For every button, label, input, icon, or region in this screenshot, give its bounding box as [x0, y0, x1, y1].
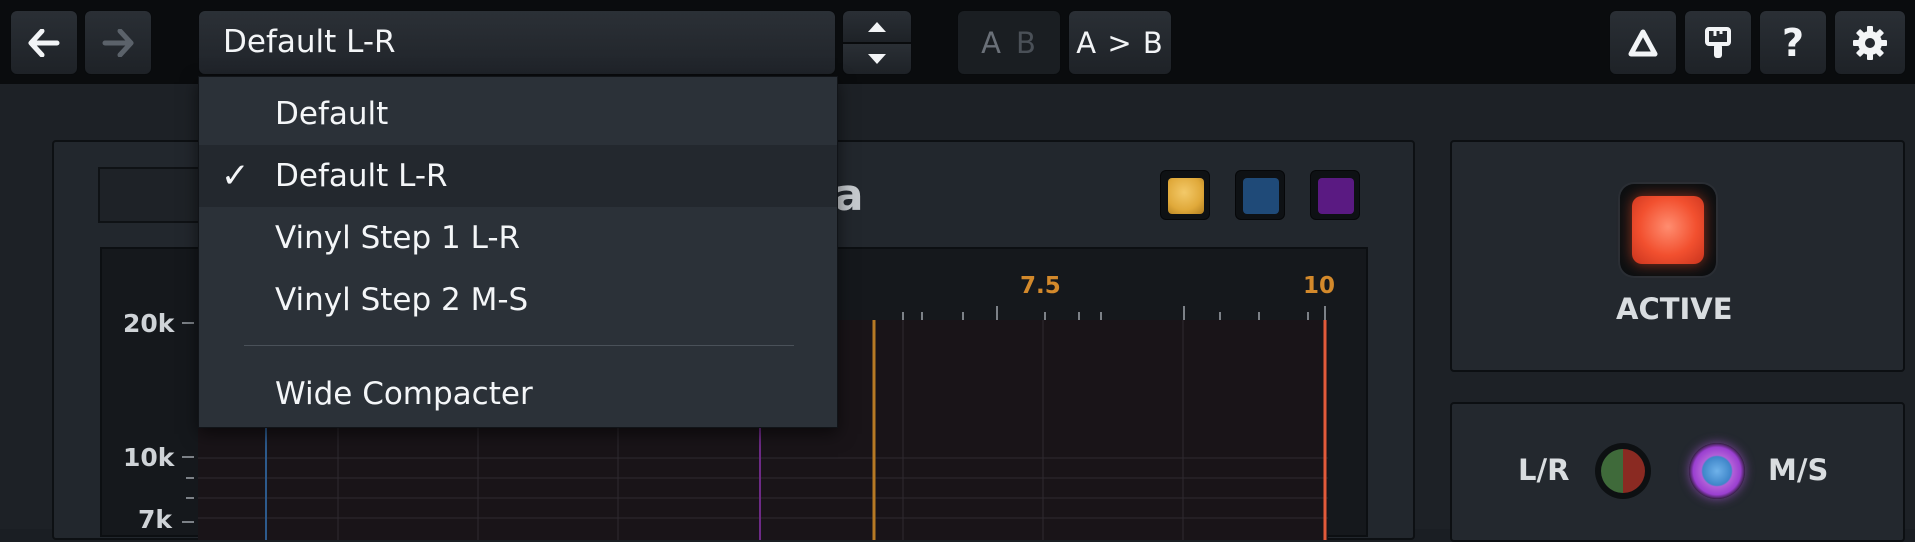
color-swatch-blue[interactable]	[1235, 170, 1285, 220]
menu-item-label: Vinyl Step 2 M-S	[275, 282, 529, 318]
settings-button[interactable]	[1834, 10, 1906, 75]
arrow-left-icon	[28, 28, 60, 57]
ms-mode-button[interactable]	[1689, 443, 1745, 499]
lr-mode-button[interactable]	[1595, 443, 1651, 499]
preset-selector[interactable]: Default L-R	[198, 10, 836, 75]
y-ruler	[182, 322, 194, 523]
redo-button[interactable]	[84, 10, 152, 75]
delta-button[interactable]	[1609, 10, 1677, 75]
ab-b-label: B	[1015, 25, 1037, 60]
ab-switch-button[interactable]: A B	[957, 10, 1061, 75]
menu-separator	[244, 345, 794, 346]
color-swatch-purple[interactable]	[1310, 170, 1360, 220]
menu-item-label: Vinyl Step 1 L-R	[275, 220, 521, 256]
preset-dropdown-menu: Default ✓ Default L-R Vinyl Step 1 L-R V…	[198, 76, 838, 428]
undo-button[interactable]	[10, 10, 78, 75]
y-label-10k: 10k	[123, 443, 175, 472]
active-led-icon	[1632, 196, 1704, 264]
menu-item-label: Wide Compacter	[275, 376, 533, 412]
arrow-right-icon	[102, 28, 134, 57]
right-channel-icon	[1623, 449, 1645, 493]
lr-label: L/R	[1518, 453, 1570, 487]
menu-item-label: Default	[275, 96, 389, 132]
help-button[interactable]: ?	[1759, 10, 1827, 75]
active-label: ACTIVE	[1616, 292, 1733, 326]
delta-icon	[1628, 29, 1658, 56]
preset-prev-button[interactable]	[842, 10, 912, 43]
ms-label: M/S	[1768, 453, 1829, 487]
y-label-7k: 7k	[138, 505, 173, 534]
checkmark-icon: ✓	[221, 156, 250, 196]
left-channel-icon	[1601, 449, 1623, 493]
scale-label-7-5: 7.5	[1020, 273, 1061, 299]
y-label-20k: 20k	[123, 309, 175, 338]
menu-item-vinyl-step-2[interactable]: Vinyl Step 2 M-S	[199, 269, 837, 331]
menu-item-default-lr[interactable]: ✓ Default L-R	[199, 145, 837, 207]
gear-icon	[1853, 25, 1887, 60]
triangle-up-icon	[868, 21, 886, 32]
paint-brush-icon	[1705, 26, 1731, 58]
menu-item-label: Default L-R	[275, 158, 448, 194]
title-inset	[98, 167, 212, 223]
active-toggle-button[interactable]	[1620, 184, 1716, 276]
menu-item-vinyl-step-1[interactable]: Vinyl Step 1 L-R	[199, 207, 837, 269]
menu-item-wide-compacter[interactable]: Wide Compacter	[199, 363, 837, 425]
triangle-down-icon	[868, 54, 886, 64]
skin-button[interactable]	[1684, 10, 1752, 75]
question-mark-icon: ?	[1781, 20, 1805, 65]
menu-item-default[interactable]: Default	[199, 83, 837, 145]
preset-next-button[interactable]	[842, 43, 912, 75]
top-ruler	[824, 306, 1326, 320]
scale-label-10: 10	[1303, 273, 1336, 299]
color-swatch-gold[interactable]	[1160, 170, 1210, 220]
ab-a-label: A	[981, 25, 1002, 60]
ab-copy-label: A > B	[1076, 25, 1164, 60]
ab-copy-button[interactable]: A > B	[1068, 10, 1172, 75]
